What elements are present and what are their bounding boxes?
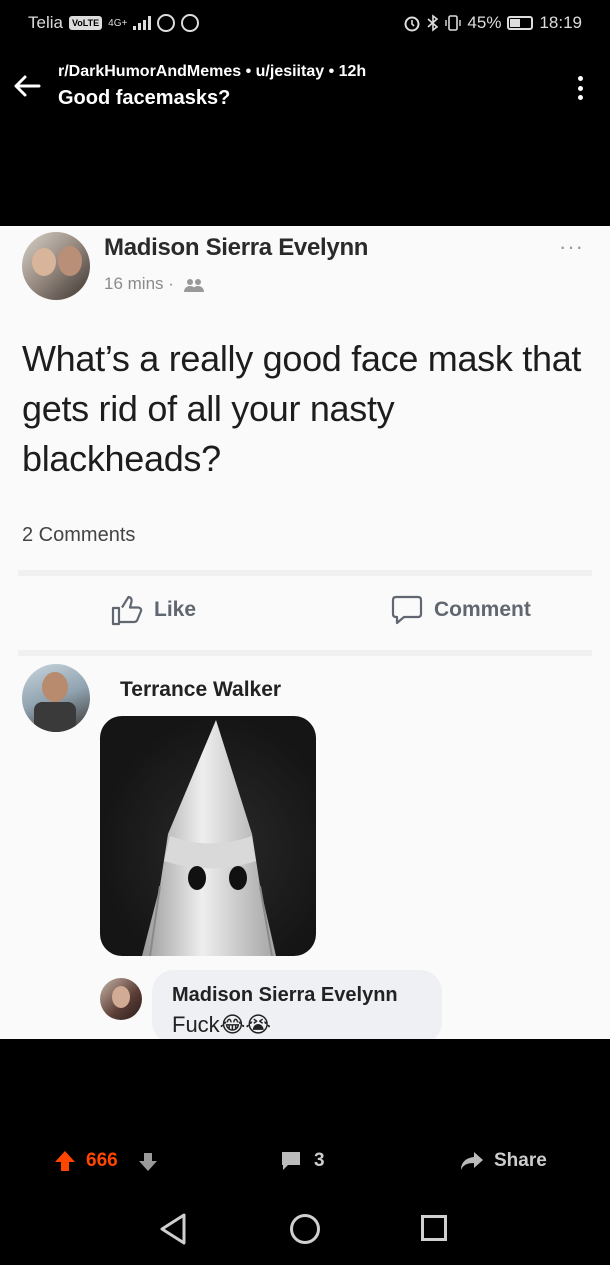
signal-icon bbox=[133, 16, 152, 30]
like-action: Like bbox=[110, 594, 196, 626]
spotify-icon bbox=[181, 14, 200, 32]
vibrate-icon bbox=[445, 15, 462, 31]
commenter-avatar bbox=[22, 664, 90, 732]
upvote-group[interactable]: 666 bbox=[54, 1150, 118, 1172]
post-header: r/DarkHumorAndMemes • u/jesiitay • 12h G… bbox=[0, 55, 610, 125]
post-more-icon: ··· bbox=[559, 234, 584, 259]
clock: 18:19 bbox=[539, 13, 582, 32]
comments-button[interactable]: 3 bbox=[280, 1150, 325, 1172]
status-bar: Telia VoLTE 4G+ 45% 18:19 bbox=[0, 0, 610, 46]
downvote-button[interactable] bbox=[138, 1152, 158, 1178]
divider bbox=[18, 650, 592, 656]
commenter-name: Terrance Walker bbox=[120, 678, 282, 701]
battery-icon bbox=[507, 16, 534, 30]
system-nav-bar bbox=[0, 1200, 610, 1260]
alarm-icon bbox=[404, 16, 420, 32]
comment-action: Comment bbox=[390, 594, 531, 626]
post-image[interactable]: Madison Sierra Evelynn 16 mins · ··· Wha… bbox=[0, 226, 610, 1039]
post-text: What’s a really good face mask that gets… bbox=[22, 338, 582, 479]
hood-image bbox=[142, 720, 276, 956]
upvote-icon[interactable] bbox=[54, 1150, 76, 1172]
post-actions-bar: 666 3 Share bbox=[0, 1140, 610, 1184]
bluetooth-icon bbox=[427, 14, 439, 32]
group-icon bbox=[183, 278, 204, 292]
comment-bubble-icon bbox=[282, 1152, 300, 1170]
comment-icon bbox=[391, 595, 423, 625]
back-arrow-icon[interactable] bbox=[13, 74, 41, 98]
post-meta[interactable]: r/DarkHumorAndMemes • u/jesiitay • 12h bbox=[58, 63, 366, 81]
nav-back-icon[interactable] bbox=[158, 1212, 188, 1246]
post-time: 16 mins · bbox=[104, 274, 205, 294]
status-left: Telia VoLTE 4G+ bbox=[28, 13, 200, 33]
data-saver-icon bbox=[157, 14, 176, 32]
like-icon bbox=[111, 595, 143, 626]
more-options-button[interactable] bbox=[570, 73, 590, 103]
nav-recents-icon[interactable] bbox=[421, 1215, 447, 1241]
share-icon bbox=[461, 1152, 483, 1170]
reply-bubble: Madison Sierra Evelynn Fuck😂😭 bbox=[152, 970, 442, 1039]
reply-text: Fuck😂😭 bbox=[172, 1012, 272, 1037]
network-type: 4G+ bbox=[108, 17, 128, 29]
battery-percent: 45% bbox=[467, 13, 502, 32]
downvote-icon[interactable] bbox=[138, 1152, 158, 1172]
comment-label: Comment bbox=[434, 598, 531, 621]
divider bbox=[18, 570, 592, 576]
volte-badge: VoLTE bbox=[68, 16, 103, 30]
post-time-label: 16 mins · bbox=[104, 274, 174, 293]
status-right: 45% 18:19 bbox=[403, 13, 582, 33]
carrier-label: Telia bbox=[28, 13, 63, 32]
reply-avatar bbox=[100, 978, 142, 1020]
comments-count: 2 Comments bbox=[22, 524, 136, 546]
share-label: Share bbox=[494, 1150, 547, 1171]
score: 666 bbox=[86, 1150, 118, 1171]
author-avatar bbox=[22, 232, 90, 300]
reply-author: Madison Sierra Evelynn bbox=[172, 984, 398, 1006]
like-label: Like bbox=[154, 598, 197, 621]
post-title: Good facemasks? bbox=[58, 87, 231, 109]
author-name: Madison Sierra Evelynn bbox=[104, 234, 369, 261]
comment-photo bbox=[100, 716, 316, 956]
nav-home-icon[interactable] bbox=[290, 1214, 320, 1244]
share-button[interactable]: Share bbox=[460, 1150, 547, 1172]
comments-count-label: 3 bbox=[314, 1150, 325, 1171]
back-button[interactable] bbox=[10, 69, 44, 103]
